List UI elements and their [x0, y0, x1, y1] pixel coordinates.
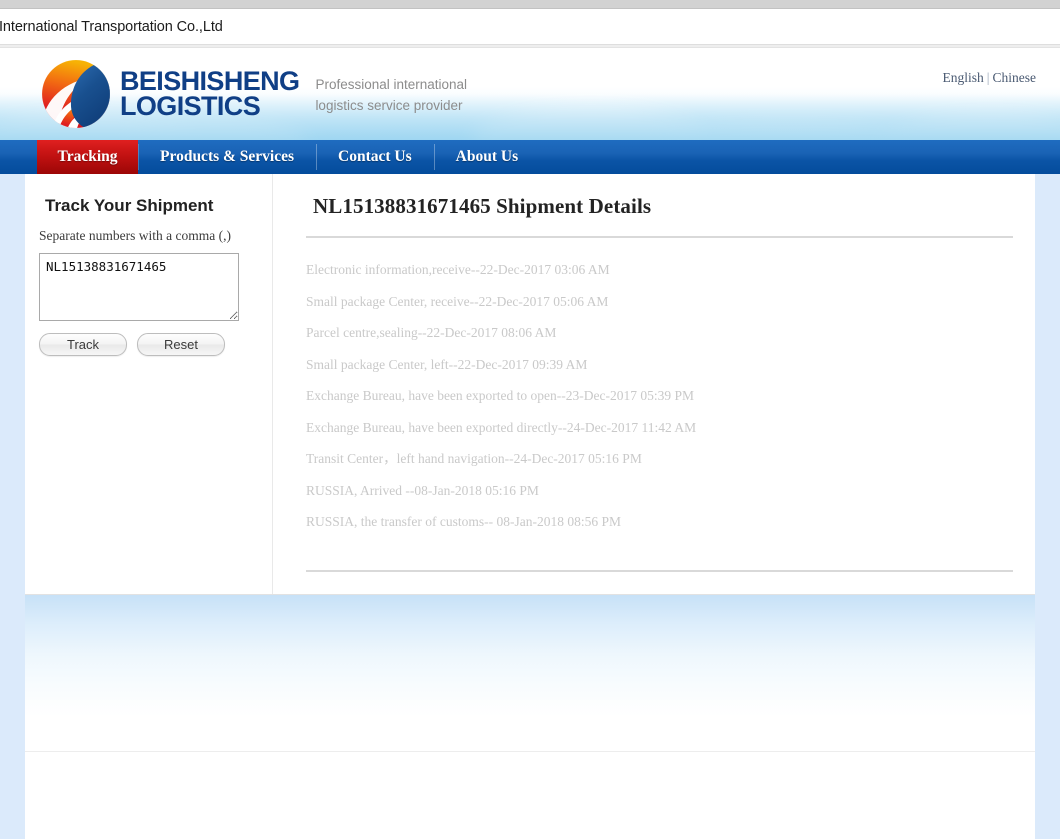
tracking-sidebar: Track Your Shipment Separate numbers wit… — [25, 174, 273, 594]
language-switcher: English | Chinese — [943, 70, 1036, 86]
nav-item-contact-us-label: Contact Us — [338, 148, 412, 165]
tracking-event-item: RUSSIA, Arrived --08-Jan-2018 05:16 PM — [306, 482, 539, 498]
tracking-number-input[interactable] — [39, 253, 239, 321]
nav-item-about-us-label: About Us — [455, 148, 519, 165]
page-body: BEISHISHENG LOGISTICS Professional inter… — [0, 48, 1060, 839]
browser-top-strip — [0, 0, 1060, 9]
events-bottom-divider — [306, 569, 1013, 572]
main-navigation: Tracking Products & Services Contact Us … — [0, 140, 1060, 174]
tracking-event-item: Electronic information,receive--22-Dec-2… — [306, 262, 610, 277]
reset-button[interactable]: Reset — [137, 333, 225, 356]
tagline-line-1: Professional international — [315, 77, 468, 93]
site-header: BEISHISHENG LOGISTICS Professional inter… — [0, 48, 1060, 140]
tagline-line-2: logistics service provider — [315, 98, 463, 113]
sidebar-hint-text: Separate numbers with a comma (,) — [39, 228, 231, 243]
browser-chrome: International Transportation Co.,Ltd — [0, 0, 1060, 48]
sidebar-title: Track Your Shipment — [45, 196, 214, 215]
sidebar-button-row: Track Reset — [39, 333, 272, 356]
shipment-details-title: NL15138831671465 Shipment Details — [313, 194, 652, 218]
language-chinese-link[interactable]: Chinese — [993, 70, 1037, 85]
tracking-event-item: Parcel centre,sealing--22-Dec-2017 08:06… — [306, 325, 557, 340]
nav-item-contact-us[interactable]: Contact Us — [316, 140, 434, 174]
track-button[interactable]: Track — [39, 333, 127, 356]
logo-tagline: Professional international logistics ser… — [315, 75, 467, 117]
hero-gradient-band — [25, 594, 1035, 752]
nav-item-products-services[interactable]: Products & Services — [138, 140, 316, 174]
tracking-event-item: RUSSIA, the transfer of customs-- 08-Jan… — [306, 514, 621, 529]
nav-item-about-us[interactable]: About Us — [433, 140, 540, 174]
browser-page-title: International Transportation Co.,Ltd — [0, 18, 223, 35]
nav-item-tracking-label: Tracking — [57, 148, 118, 165]
site-logo[interactable]: BEISHISHENG LOGISTICS Professional inter… — [38, 56, 467, 132]
content-row: Track Your Shipment Separate numbers wit… — [25, 174, 1035, 594]
logo-wordmark: BEISHISHENG LOGISTICS — [120, 68, 300, 121]
tracking-event-item: Exchange Bureau, have been exported dire… — [306, 419, 697, 435]
logistics-swoosh-circle-icon — [38, 56, 114, 132]
tracking-event-item: Small package Center, receive--22-Dec-20… — [306, 293, 609, 309]
nav-item-products-services-label: Products & Services — [160, 148, 295, 165]
language-separator: | — [986, 70, 990, 85]
tracking-event-item: Exchange Bureau, have been exported to o… — [306, 388, 694, 403]
tracking-event-item: Small package Center, left--22-Dec-2017 … — [306, 356, 588, 372]
tracking-events-list: Electronic information,receive--22-Dec-2… — [306, 238, 1013, 538]
content-filler — [25, 752, 1035, 839]
browser-titlebar: International Transportation Co.,Ltd — [0, 9, 1060, 45]
shipment-details-panel: NL15138831671465 Shipment Details Electr… — [273, 174, 1035, 594]
language-english-link[interactable]: English — [943, 70, 984, 85]
tracking-event-item: Transit Center，left hand navigation--24-… — [306, 451, 642, 466]
nav-item-tracking[interactable]: Tracking — [37, 140, 138, 174]
logo-name-line-2: LOGISTICS — [120, 91, 261, 121]
content-container: Track Your Shipment Separate numbers wit… — [25, 174, 1035, 594]
